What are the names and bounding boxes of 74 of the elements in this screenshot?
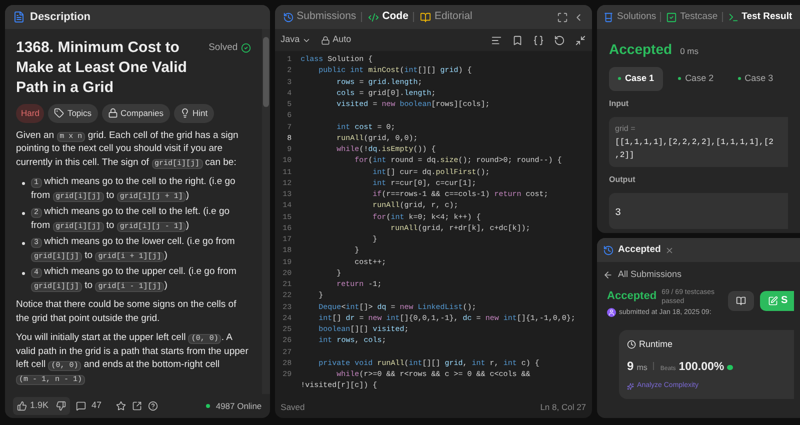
edit-icon bbox=[768, 296, 778, 306]
sparkle-icon bbox=[627, 382, 634, 390]
close-icon bbox=[664, 246, 674, 254]
arrow-left-icon bbox=[603, 270, 614, 280]
history-icon bbox=[282, 12, 294, 22]
flask-icon bbox=[603, 12, 614, 22]
panel-tab[interactable]: Editorial bbox=[434, 9, 472, 25]
runtime-text: 0 ms bbox=[680, 45, 698, 58]
notes-button[interactable] bbox=[728, 290, 754, 310]
comment-icon bbox=[76, 401, 86, 411]
cursor-position: Ln 8, Col 27 bbox=[540, 400, 586, 414]
tag-button[interactable]: Companies bbox=[102, 104, 170, 123]
description-paragraph: Notice that there could be some signs on the cells of the grid that point outside the grid. bbox=[16, 298, 238, 326]
verdict: Accepted bbox=[609, 40, 672, 59]
mode-label: Auto bbox=[332, 33, 352, 46]
runtime-unit: ms bbox=[636, 362, 648, 374]
case-tab[interactable]: Case 3 bbox=[728, 67, 782, 90]
problem-title: 1368. Minimum Cost to Make at Least One Valid Path in a Grid bbox=[16, 38, 188, 98]
language-select[interactable]: Java bbox=[280, 33, 311, 47]
online-count: 4987 Online bbox=[216, 400, 262, 412]
beats-value: 100.00% bbox=[678, 360, 724, 374]
check-circle-icon bbox=[240, 43, 251, 54]
bookmark-icon bbox=[512, 34, 524, 46]
output-label: Output bbox=[609, 174, 636, 186]
runtime-label: Runtime bbox=[639, 338, 673, 351]
thumbs-down-icon bbox=[56, 401, 66, 411]
input-value: ,2]] bbox=[615, 150, 636, 160]
case-tab[interactable]: Case 2 bbox=[669, 67, 723, 90]
document-icon bbox=[13, 11, 25, 23]
history-icon bbox=[603, 244, 614, 256]
panel-tab[interactable]: Code bbox=[382, 9, 408, 25]
difficulty-tag: Hard bbox=[16, 104, 44, 123]
panel-tab[interactable]: Testcase bbox=[680, 10, 718, 24]
save-status: Saved bbox=[280, 400, 305, 414]
braces-icon bbox=[533, 34, 544, 46]
like-count: 1.9K bbox=[30, 399, 49, 412]
clock-icon bbox=[627, 340, 636, 350]
lock-icon bbox=[320, 36, 330, 44]
code-icon bbox=[368, 12, 380, 22]
collapse-icon bbox=[575, 34, 586, 46]
output-value: 3 bbox=[615, 208, 622, 218]
verdict: Accepted bbox=[607, 288, 657, 304]
comment-count: 47 bbox=[92, 399, 102, 412]
like-button[interactable]: 1.9K bbox=[13, 397, 70, 415]
badge-icon bbox=[727, 364, 734, 370]
thumbs-up-icon bbox=[17, 401, 27, 411]
tag-button[interactable]: Hint bbox=[174, 104, 214, 123]
input-label: Input bbox=[609, 98, 630, 110]
tag-button[interactable]: Topics bbox=[48, 104, 98, 123]
help-icon bbox=[148, 401, 158, 411]
tag-icon bbox=[54, 108, 64, 118]
tab-label[interactable]: Description bbox=[30, 8, 91, 26]
panel-tab[interactable]: Test Result bbox=[742, 10, 792, 24]
runtime-value: 9 bbox=[627, 358, 634, 374]
input-value: [[1,1,1,1],[2,2,2,2],[1,1,1,1],[2 bbox=[615, 136, 774, 148]
reset-icon bbox=[554, 34, 566, 46]
panel-tab[interactable]: Solutions bbox=[617, 10, 656, 24]
format-icon bbox=[491, 34, 502, 46]
variable-name: grid = bbox=[615, 122, 636, 134]
lock-icon bbox=[108, 108, 118, 118]
share-icon bbox=[132, 401, 142, 411]
expand-icon bbox=[557, 12, 568, 22]
book-icon bbox=[420, 12, 432, 22]
star-icon bbox=[116, 401, 126, 411]
terminal-icon bbox=[728, 12, 739, 22]
checkbox-icon bbox=[666, 12, 678, 22]
book-icon bbox=[736, 296, 746, 306]
panel-tab[interactable]: Accepted bbox=[618, 242, 661, 258]
lightbulb-icon bbox=[180, 108, 190, 118]
scrollbar[interactable] bbox=[262, 29, 270, 394]
solved-status: Solved bbox=[208, 41, 238, 55]
case-tab[interactable]: Case 1 bbox=[609, 67, 664, 90]
panel-tab[interactable]: Submissions bbox=[296, 9, 356, 25]
back-link[interactable]: All Submissions bbox=[603, 268, 794, 282]
